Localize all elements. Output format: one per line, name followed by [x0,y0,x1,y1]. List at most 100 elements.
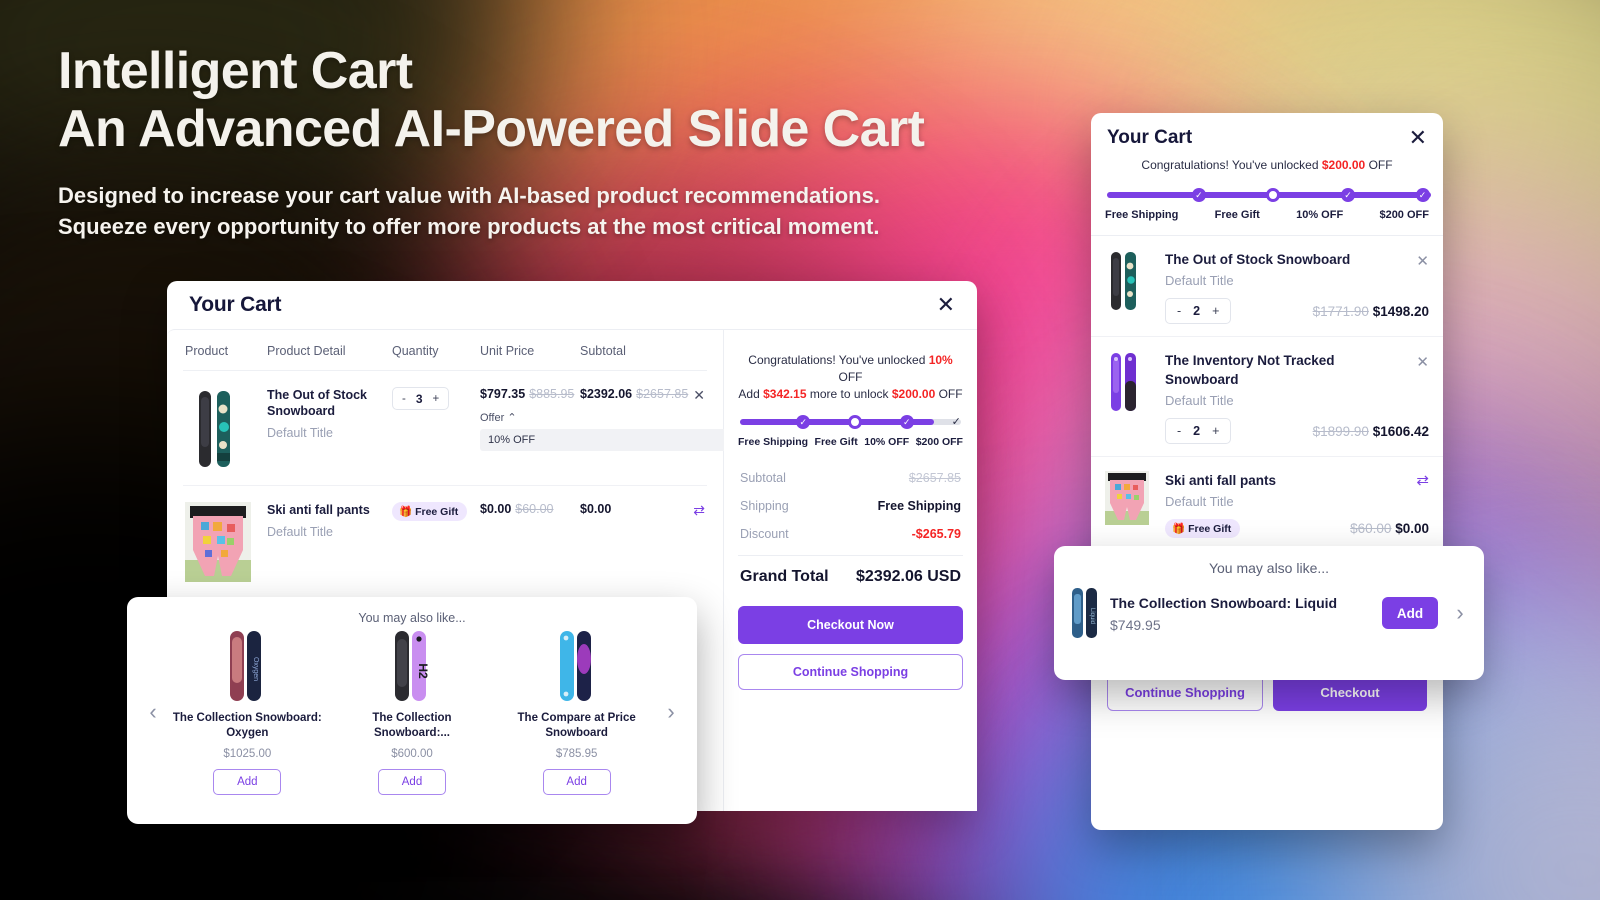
summary-label: Shipping [740,499,789,513]
hero-heading-line1: Intelligent Cart [58,42,413,100]
quantity-decrement-button[interactable]: - [1171,304,1187,318]
continue-shopping-button[interactable]: Continue Shopping [738,654,963,690]
free-gift-badge: 🎁 Free Gift [392,502,468,521]
add-target: $200.00 [891,387,936,401]
unit-price-original: $885.95 [529,387,575,401]
swap-gift-icon[interactable]: ⇄ [1416,471,1429,489]
add-prefix: Add [738,387,764,401]
remove-item-icon[interactable]: ✕ [1416,252,1429,270]
cart-summary-panel: Congratulations! You've unlocked 10% OFF… [724,329,977,811]
offer-label: Offer [480,412,505,424]
product-variant: Default Title [267,525,334,539]
grand-total-value: $2392.06 USD [856,568,961,585]
milestone-label-10-off: 10% OFF [1296,209,1344,221]
congrats-prefix: Congratulations! You've unlocked [1141,158,1322,172]
close-icon[interactable]: ✕ [1409,127,1427,149]
congrats-amount: 10% [928,353,953,367]
add-to-cart-button[interactable]: Add [542,769,611,795]
quantity-stepper[interactable]: - 2 + [1165,298,1232,324]
quantity-stepper[interactable]: - 3 + [392,387,450,410]
hero-subtitle-line1: Designed to increase your cart value wit… [58,183,880,208]
milestone-labels: Free Shipping Free Gift 10% OFF $200 OFF [1105,209,1429,221]
column-header-product: Product [185,344,229,358]
milestone-label-free-gift: Free Gift [1214,209,1260,221]
reward-progress-bar: ✓ ✓ ✓ [1105,188,1431,202]
milestone-labels: Free Shipping Free Gift 10% OFF $200 OFF [738,436,963,448]
quantity-value: 2 [1193,304,1201,318]
recommendations-carousel: You may also like... ‹ Oxygen The Collec… [127,597,697,824]
quantity-decrement-button[interactable]: - [397,393,411,405]
slide-cart-reward-section: Congratulations! You've unlocked $200.00… [1091,149,1443,236]
quantity-increment-button[interactable]: + [1206,424,1225,438]
summary-row-shipping: Shipping Free Shipping [738,492,963,520]
recommendation-price: $1025.00 [223,748,272,760]
chevron-right-icon[interactable]: › [1448,600,1472,626]
milestone-label-200-off: $200 OFF [1379,209,1429,221]
free-gift-label: Free Gift [415,505,459,518]
product-variant: Default Title [1165,494,1234,509]
list-item: The Inventory Not Tracked Snowboard Defa… [1091,337,1443,457]
swap-gift-icon[interactable]: ⇄ [693,502,705,519]
milestone-node-10-off: ✓ [899,415,914,429]
table-row: Ski anti fall pants Default Title 🎁 Free… [183,486,707,596]
column-header-unit-price: Unit Price [480,344,535,358]
checkout-now-button[interactable]: Checkout Now [738,606,963,644]
milestone-node-200-off: ✓ [951,415,961,428]
add-to-cart-button[interactable]: Add [213,769,282,795]
add-suffix: OFF [935,387,963,401]
close-icon[interactable]: ✕ [937,294,955,316]
unit-price-cell: $797.35 $885.95 Offer ⌃ 10% OFF [480,387,840,471]
milestone-node-free-shipping: ✓ [1191,188,1206,202]
product-name: The Inventory Not Tracked Snowboard [1165,353,1335,387]
reward-message: Congratulations! You've unlocked $200.00… [1105,157,1429,174]
product-thumbnail: Liquid [1070,586,1100,640]
remove-item-icon[interactable]: ✕ [693,387,705,404]
price-current: $1606.42 [1372,423,1429,439]
quantity-increment-button[interactable]: + [428,393,445,405]
product-variant: Default Title [1165,273,1234,288]
add-to-cart-button[interactable]: Add [377,769,446,795]
add-middle: more to unlock [806,387,892,401]
product-thumbnail [1105,250,1155,324]
grand-total-label: Grand Total [740,568,829,585]
milestone-node-free-gift [848,415,862,429]
quantity-decrement-button[interactable]: - [1171,424,1187,438]
svg-text:Liquid: Liquid [1089,608,1095,624]
chevron-left-icon[interactable]: ‹ [141,699,165,725]
product-thumbnail [1105,471,1155,538]
recommendation-card[interactable]: The Compare at Price Snowboard $785.95 A… [502,629,652,795]
congrats-suffix: OFF [1365,158,1393,172]
summary-label: Discount [740,527,789,541]
add-amount: $342.15 [763,387,807,401]
main-cart-header: Your Cart ✕ [167,281,977,329]
add-to-cart-button[interactable]: Add [1382,597,1438,629]
recommendation-card[interactable]: Oxygen The Collection Snowboard: Oxygen … [172,629,322,795]
milestone-label-200-off: $200 OFF [915,436,963,448]
quantity-value: 2 [1193,424,1201,438]
product-thumbnail [1105,351,1155,444]
chevron-up-icon[interactable]: ⌃ [507,412,516,424]
recommendation-price: $785.95 [555,748,598,760]
milestone-node-10-off: ✓ [1341,188,1355,202]
product-variant: Default Title [1165,393,1234,408]
quantity-increment-button[interactable]: + [1206,304,1225,318]
page-title: Your Cart [189,293,282,316]
unit-price: $0.00 [480,502,512,516]
price-original: $1899.90 [1312,423,1369,439]
recommendation-price: $749.95 [1110,617,1161,633]
quantity-stepper[interactable]: - 2 + [1165,418,1232,444]
remove-item-icon[interactable]: ✕ [1416,353,1429,371]
slide-cart-panel: Your Cart ✕ Congratulations! You've unlo… [1091,113,1443,830]
product-thumbnail [185,387,267,471]
summary-value: -$265.79 [911,527,961,541]
price-current: $0.00 [1395,521,1429,536]
offer-toggle[interactable]: Offer ⌃ [480,411,580,424]
reward-message-line2: Add $342.15 more to unlock $200.00 OFF [738,386,963,403]
subtotal-original: $2657.85 [636,387,689,401]
column-header-subtotal: Subtotal [580,344,626,358]
recommendation-card[interactable]: H2 The Collection Snowboard:... $600.00 … [337,629,487,795]
summary-value: $2657.85 [908,471,961,485]
hero-heading-line2: An Advanced AI-Powered Slide Cart [58,100,925,158]
product-name: Ski anti fall pants [267,503,370,517]
chevron-right-icon[interactable]: › [659,699,683,725]
